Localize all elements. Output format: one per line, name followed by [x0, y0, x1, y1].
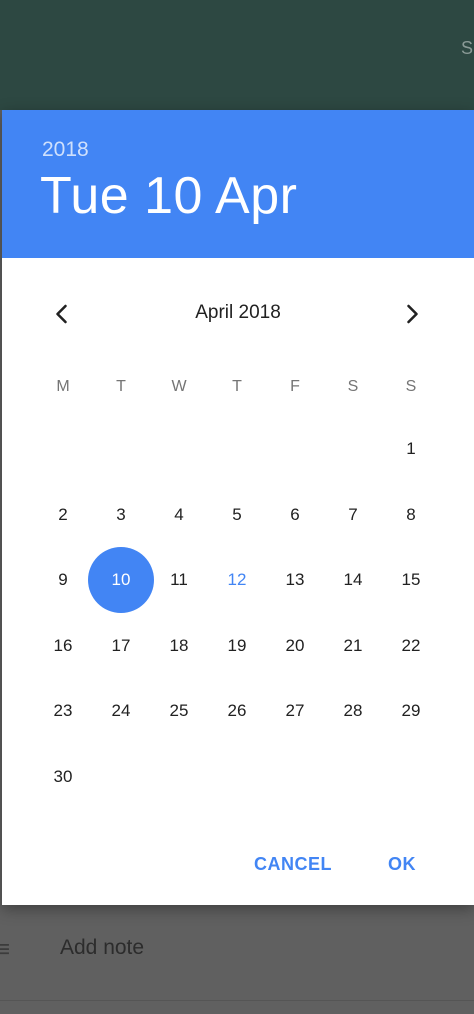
calendar-grid: 1 2 3 4 5 6 7 8 9 10 11 12 13 14 15 16 17 18 19 20 21 22 23 24 2… [2, 420, 474, 820]
day-number: 22 [401, 635, 421, 655]
calendar-day[interactable]: 27 [266, 682, 324, 740]
day-number: 1 [406, 439, 416, 458]
weekday-label: T [232, 378, 242, 395]
next-month-button[interactable] [388, 290, 436, 338]
calendar-day[interactable]: 23 [34, 682, 92, 740]
weekday-header: MTWTFSS [2, 378, 474, 402]
day-number: 3 [116, 504, 126, 524]
selected-day[interactable]: 10 [88, 547, 154, 614]
calendar-day[interactable]: 14 [324, 551, 382, 609]
day-number: 18 [169, 635, 189, 655]
calendar-day[interactable]: 18 [150, 617, 208, 675]
day-number: 20 [285, 635, 305, 655]
calendar-day[interactable]: 21 [324, 617, 382, 675]
app-bar: S/ [0, 0, 474, 110]
date-picker-dialog: 2018 Tue 10 Apr April 2018 MTWTFSS 12345… [2, 110, 474, 905]
note-icon: ≡ [0, 936, 11, 963]
calendar-day[interactable]: 9 [34, 551, 92, 609]
calendar-day[interactable]: 7 [324, 486, 382, 544]
day-number: 26 [227, 701, 247, 721]
calendar-day[interactable]: 19 [208, 617, 266, 675]
dialog-actions: CANCEL OK [2, 844, 474, 884]
day-number: 14 [343, 570, 363, 590]
dialog-header: 2018 Tue 10 Apr [2, 110, 474, 258]
day-number: 24 [111, 701, 131, 721]
month-navigation: April 2018 [2, 290, 474, 338]
day-number: 8 [406, 504, 416, 524]
day-number: 25 [169, 701, 189, 721]
day-number: 15 [401, 570, 421, 590]
day-number: 4 [174, 504, 184, 524]
day-number: 19 [227, 635, 247, 655]
weekday-label: S [405, 378, 417, 395]
day-number: 28 [343, 701, 363, 721]
calendar-day[interactable]: 25 [150, 682, 208, 740]
cancel-button[interactable]: CANCEL [254, 844, 332, 884]
day-number: 17 [111, 635, 131, 655]
divider [0, 1000, 474, 1001]
day-number: 29 [401, 701, 421, 721]
weekday-label: T [116, 378, 126, 395]
calendar-day[interactable]: 5 [208, 486, 266, 544]
calendar-day[interactable]: 28 [324, 682, 382, 740]
calendar-day[interactable]: 1 [382, 420, 440, 478]
weekday-label: S [347, 378, 359, 395]
calendar-day[interactable]: 6 [266, 486, 324, 544]
calendar-day[interactable]: 11 [150, 551, 208, 609]
calendar-day[interactable]: 15 [382, 551, 440, 609]
ok-button[interactable]: OK [388, 844, 416, 884]
calendar-day[interactable]: 13 [266, 551, 324, 609]
calendar-day[interactable]: 17 [92, 617, 150, 675]
calendar-day[interactable]: 3 [92, 486, 150, 544]
weekday-label: W [171, 378, 187, 395]
day-number: 13 [285, 570, 305, 590]
app-bar-action[interactable]: S/ [461, 38, 474, 59]
day-number: 16 [53, 635, 73, 655]
calendar-day[interactable]: 22 [382, 617, 440, 675]
header-selected-date[interactable]: Tue 10 Apr [40, 166, 297, 226]
day-number: 21 [343, 635, 363, 655]
weekday-label: F [290, 378, 300, 395]
day-number: 6 [290, 504, 300, 524]
day-number: 23 [53, 701, 73, 721]
day-number: 9 [58, 570, 68, 590]
calendar-day[interactable]: 2 [34, 486, 92, 544]
day-number: 10 [111, 570, 131, 590]
chevron-right-icon [407, 304, 418, 324]
day-number: 2 [58, 504, 68, 524]
day-number: 27 [285, 701, 305, 721]
calendar-day[interactable]: 20 [266, 617, 324, 675]
weekday-label: M [56, 378, 70, 395]
calendar-day[interactable]: 8 [382, 486, 440, 544]
calendar-day[interactable]: 30 [34, 748, 92, 806]
calendar-day[interactable]: 29 [382, 682, 440, 740]
calendar-day[interactable]: 4 [150, 486, 208, 544]
add-note-field[interactable]: Add note [60, 936, 144, 960]
day-number: 11 [170, 570, 188, 590]
day-number: 7 [348, 504, 358, 524]
calendar-day[interactable]: 16 [34, 617, 92, 675]
calendar-day[interactable]: 12 [208, 551, 266, 609]
day-number: 5 [232, 504, 242, 524]
calendar-day[interactable]: 24 [92, 682, 150, 740]
day-number: 30 [53, 767, 73, 786]
day-number: 12 [227, 570, 247, 590]
calendar-day[interactable]: 26 [208, 682, 266, 740]
header-year[interactable]: 2018 [42, 138, 89, 162]
